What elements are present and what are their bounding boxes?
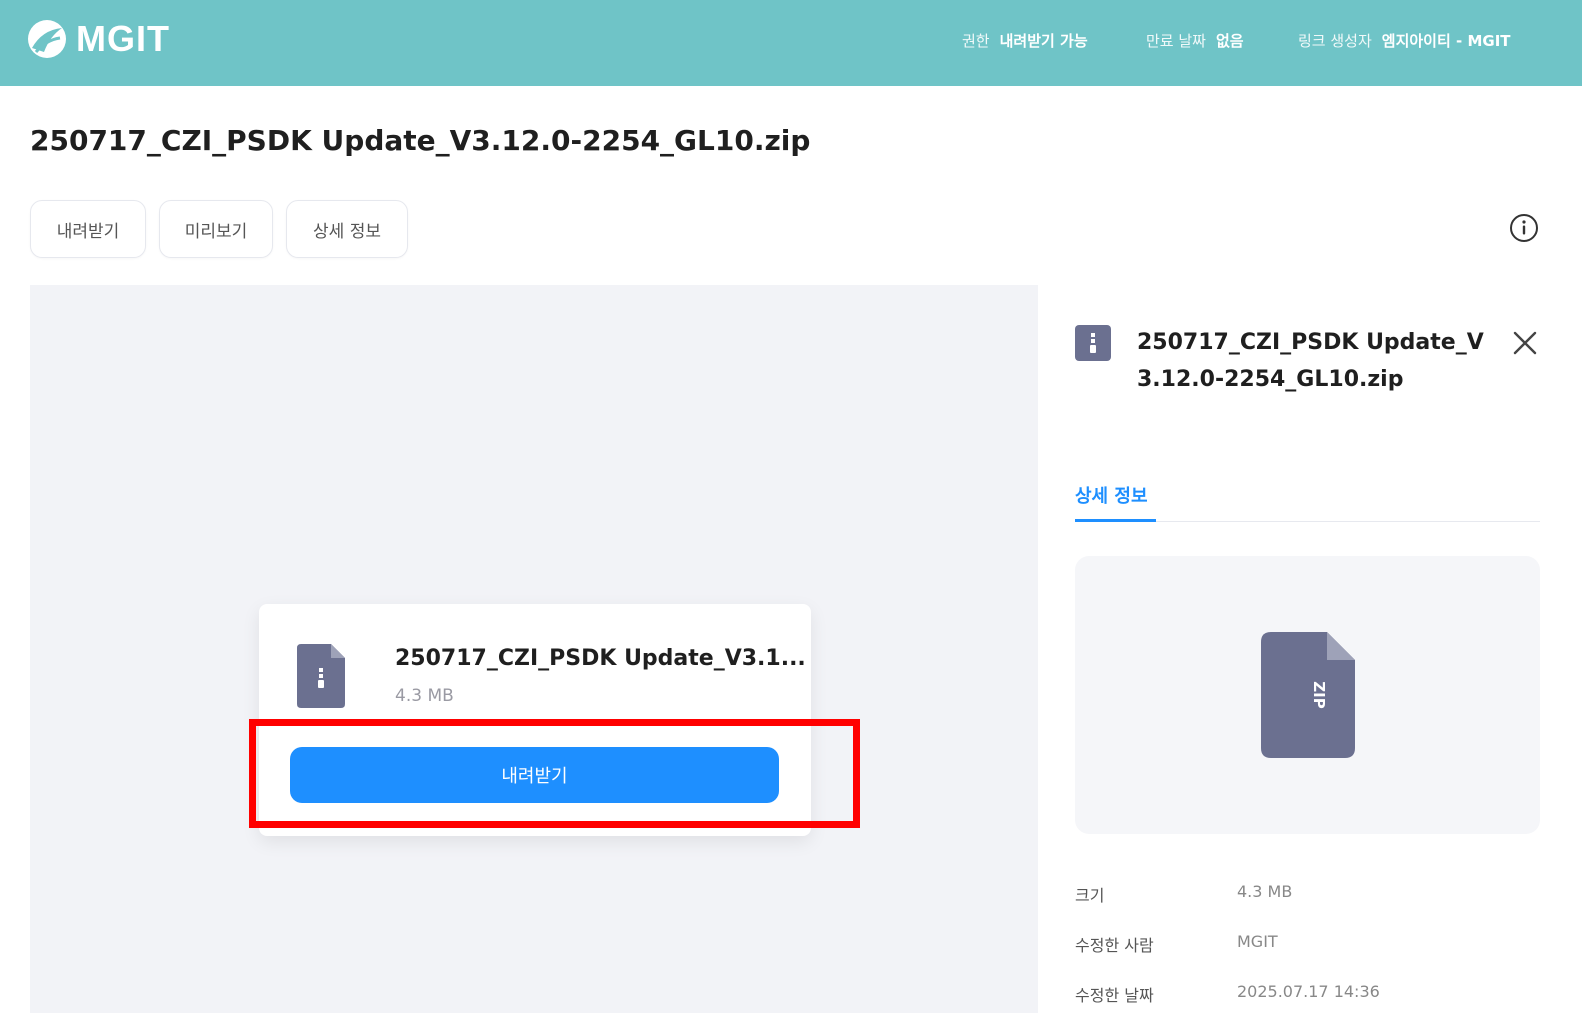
info-icon[interactable] (1508, 212, 1540, 244)
creator-meta: 링크 생성자 엠지아이티 - MGIT (1298, 30, 1511, 51)
zip-file-icon: ZIP (1261, 632, 1355, 758)
side-panel-title: 250717_CZI_PSDK Update_V3.12.0-2254_GL10… (1137, 330, 1484, 392)
tab-active-indicator (1075, 519, 1156, 522)
permission-meta: 권한 내려받기 가능 (962, 30, 1088, 51)
creator-value: 엠지아이티 - MGIT (1381, 32, 1511, 50)
prop-modified-date-label: 수정한 날짜 (1075, 986, 1154, 1005)
permission-label: 권한 (962, 32, 990, 50)
prop-size-label: 크기 (1075, 886, 1105, 905)
card-file-name: 250717_CZI_PSDK Update_V3.1... (395, 646, 806, 671)
highlight-box (249, 719, 860, 828)
download-tab-button[interactable]: 내려받기 (30, 200, 146, 258)
details-tab-button[interactable]: 상세 정보 (286, 200, 408, 258)
preview-tab-button[interactable]: 미리보기 (159, 200, 273, 258)
tab-details[interactable]: 상세 정보 (1075, 482, 1148, 508)
logo-icon (28, 20, 66, 58)
zip-type-text: ZIP (1310, 681, 1328, 708)
card-file-size: 4.3 MB (395, 686, 454, 706)
close-icon[interactable] (1512, 330, 1538, 356)
prop-modified-date-value: 2025.07.17 14:36 (1237, 982, 1380, 1001)
zip-file-icon (1075, 325, 1111, 361)
creator-label: 링크 생성자 (1298, 32, 1372, 50)
logo-text: MGIT (76, 18, 170, 59)
prop-modified-by-value: MGIT (1237, 932, 1278, 951)
prop-modified-by-label: 수정한 사람 (1075, 936, 1154, 955)
file-thumbnail: ZIP (1075, 556, 1540, 834)
prop-size-value: 4.3 MB (1237, 882, 1293, 901)
permission-value: 내려받기 가능 (999, 32, 1088, 50)
expiry-label: 만료 날짜 (1146, 32, 1206, 50)
logo[interactable]: MGIT (26, 18, 170, 60)
top-bar: MGIT 권한 내려받기 가능 만료 날짜 없음 링크 생성자 엠지아이티 - … (0, 0, 1582, 86)
expiry-value: 없음 (1215, 32, 1244, 50)
expiry-meta: 만료 날짜 없음 (1146, 30, 1244, 51)
zip-file-icon (297, 644, 345, 708)
page-title: 250717_CZI_PSDK Update_V3.12.0-2254_GL10… (30, 124, 811, 157)
